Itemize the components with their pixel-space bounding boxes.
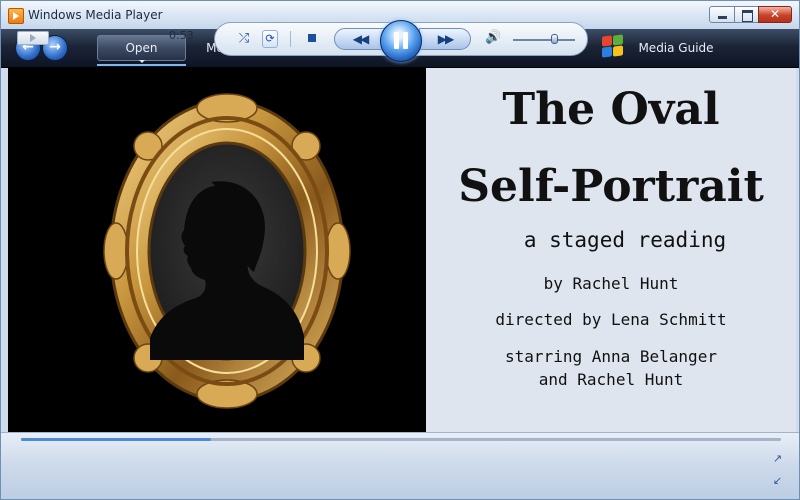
starring-credit-line-2: and Rachel Hunt (538, 370, 684, 389)
windows-logo-icon (600, 34, 624, 58)
maximize-button[interactable] (734, 6, 759, 23)
media-player-icon (8, 8, 24, 24)
seek-progress (21, 438, 211, 441)
video-area[interactable] (8, 68, 426, 432)
previous-button[interactable]: ◀◀ (334, 28, 386, 50)
shuffle-icon: ⤮ (238, 31, 250, 46)
next-button[interactable]: ▶▶ (419, 28, 471, 50)
elapsed-time: 0:53 (169, 29, 194, 42)
shuffle-button[interactable]: ⤮ (236, 30, 252, 48)
window-title: Windows Media Player (28, 8, 163, 22)
volume-slider[interactable] (513, 39, 575, 41)
active-tab-indicator (97, 64, 186, 66)
repeat-button[interactable]: ⟳ (262, 30, 278, 48)
starring-credit-line-1: starring Anna Belanger (505, 347, 717, 366)
subtitle: a staged reading (523, 228, 727, 252)
director-credit: directed by Lena Schmitt (495, 310, 727, 329)
collapse-arrow-icon: ↙ (772, 474, 783, 487)
media-player-window: Windows Media Player ✕ ← → Open Media Li… (0, 0, 800, 500)
author-credit: by Rachel Hunt (543, 274, 679, 293)
playback-controls (1, 432, 799, 499)
pause-icon (394, 32, 399, 49)
close-button[interactable]: ✕ (758, 6, 792, 23)
now-playing-info-card: The Oval Self-Portrait a staged reading … (426, 68, 796, 432)
control-divider (290, 31, 291, 47)
oval-portrait-frame-image (103, 93, 351, 409)
title-line-2: Self-Portrait (458, 161, 764, 212)
stop-button[interactable] (306, 32, 318, 44)
minimize-button[interactable] (709, 6, 735, 23)
open-dropdown-icon[interactable] (139, 60, 145, 63)
speaker-icon: 🔊 (485, 30, 502, 45)
stop-icon (308, 34, 316, 42)
close-icon: ✕ (769, 7, 781, 21)
switch-to-compact-mode-button[interactable]: ↗ (771, 453, 784, 465)
seek-bar[interactable] (21, 438, 781, 441)
title-line-1: The Oval (502, 84, 720, 135)
previous-icon: ◀◀ (352, 32, 369, 46)
expand-arrow-icon: ↗ (772, 452, 783, 465)
next-icon: ▶▶ (437, 32, 454, 46)
repeat-icon: ⟳ (265, 32, 275, 45)
mute-button[interactable]: 🔊 (485, 30, 501, 46)
now-playing-mini-button[interactable] (17, 31, 49, 45)
tab-media-guide[interactable]: Media Guide (635, 35, 717, 61)
volume-slider-thumb[interactable] (551, 34, 558, 44)
pause-button[interactable] (380, 20, 422, 62)
switch-to-skin-mode-button[interactable]: ↙ (771, 475, 784, 487)
